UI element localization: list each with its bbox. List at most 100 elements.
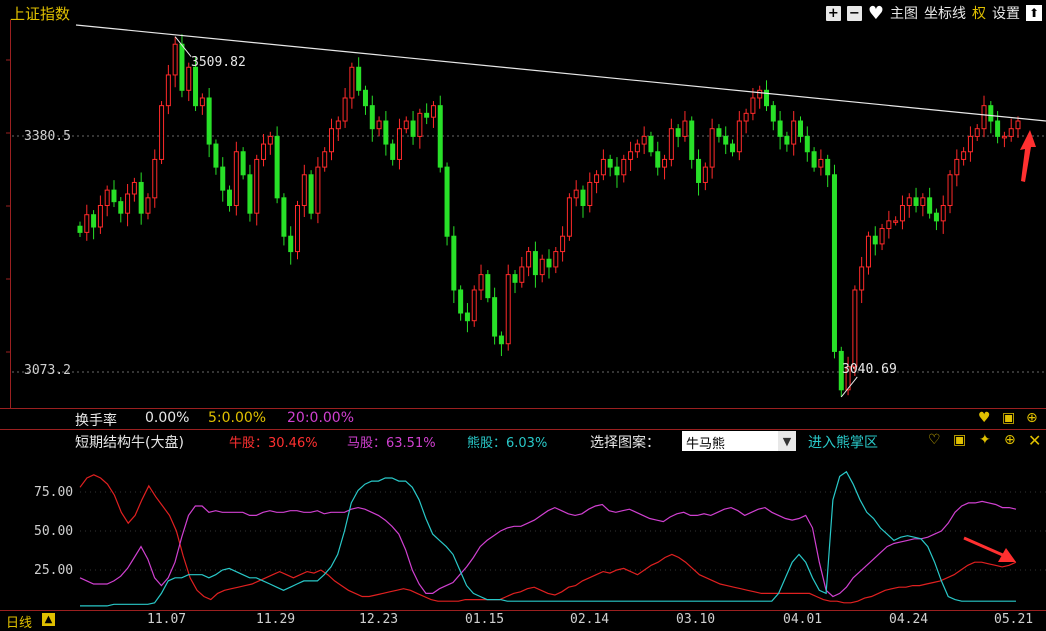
heart-outline-icon[interactable]: ♡ xyxy=(928,432,941,448)
red-arrow-line xyxy=(963,536,1006,558)
candle-body xyxy=(519,266,525,283)
candle-body xyxy=(254,158,260,214)
candle-body xyxy=(546,258,552,268)
turnover-ma20: 20:0.00% xyxy=(287,410,355,426)
candle-body xyxy=(165,74,171,107)
indicator-header: 短期结构牛(大盘) 牛股：30.46% 马股：63.51% 熊股：6.03% 选… xyxy=(0,430,1046,453)
date-label: 12.23 xyxy=(359,612,399,627)
candle-body xyxy=(138,181,144,214)
turnover-label: 换手率 xyxy=(75,413,117,429)
candle-body xyxy=(159,105,165,160)
candle-body xyxy=(614,166,620,176)
candle-body xyxy=(607,158,613,168)
candle-body xyxy=(743,112,749,122)
pin-icon[interactable]: ✦ xyxy=(979,432,991,448)
window-icon[interactable]: ▣ xyxy=(1002,410,1015,426)
main-chart-button[interactable]: 主图 xyxy=(890,3,918,23)
date-label: 04.01 xyxy=(783,612,823,627)
close-icon[interactable]: ✕ xyxy=(1028,431,1041,450)
candle-body xyxy=(859,266,865,291)
indicator-chart[interactable] xyxy=(0,452,1046,612)
candle-body xyxy=(458,289,464,314)
candle-body xyxy=(424,112,430,118)
rights-adjust-button[interactable]: 权 xyxy=(972,3,986,23)
candle-body xyxy=(594,174,600,183)
candle-body xyxy=(376,120,382,130)
candle-body xyxy=(131,181,137,195)
window-icon-2[interactable]: ▣ xyxy=(953,432,966,448)
candle-body xyxy=(328,128,334,153)
candle-body xyxy=(886,220,892,230)
candle-body xyxy=(274,135,280,199)
candle-body xyxy=(77,225,83,233)
candle-body xyxy=(770,105,776,122)
left-axis-line xyxy=(10,20,11,408)
period-label[interactable]: 日线 xyxy=(6,612,32,631)
y-tick-lower: 3073.2 xyxy=(24,363,71,378)
candle-body xyxy=(498,335,504,345)
candle-body xyxy=(709,128,715,168)
candle-body xyxy=(553,251,559,268)
zoom-in-button[interactable]: + xyxy=(825,5,841,21)
index-title: 上证指数 xyxy=(10,5,71,23)
candle-body xyxy=(403,120,409,130)
pattern-select[interactable]: 牛马熊 ▼ xyxy=(682,431,796,452)
candle-body xyxy=(702,166,708,183)
candle-body xyxy=(730,143,736,153)
candle-body xyxy=(193,66,199,107)
candle-body xyxy=(91,214,97,228)
candle-body xyxy=(322,151,328,168)
triangle-up-icon[interactable]: ▲ xyxy=(42,613,55,626)
date-label: 05.21 xyxy=(994,612,1034,627)
candle-body xyxy=(383,120,389,145)
candle-body xyxy=(974,128,980,137)
candle-body xyxy=(118,201,124,214)
heart-icon[interactable]: ♥ xyxy=(978,410,991,426)
candle-body xyxy=(84,214,90,233)
ind-tick-75: 75.00 xyxy=(34,485,74,500)
candle-body xyxy=(179,43,185,91)
candle-body xyxy=(532,251,538,276)
candle-body xyxy=(505,274,511,345)
candle-body xyxy=(967,135,973,153)
candle-body xyxy=(865,235,871,268)
magnifier-icon-2[interactable]: ⊕ xyxy=(1004,432,1016,448)
candle-body xyxy=(125,193,131,214)
zoom-out-button[interactable]: − xyxy=(846,5,862,21)
candle-body xyxy=(172,43,178,76)
candle-body xyxy=(961,151,967,160)
candle-body xyxy=(777,120,783,137)
candle-body xyxy=(437,105,443,168)
red-arrow-up-icon xyxy=(1020,130,1036,182)
favorite-heart-icon[interactable]: ♥ xyxy=(868,3,884,24)
candle-body xyxy=(566,197,572,237)
candle-body xyxy=(831,174,837,352)
candle-body xyxy=(444,166,450,237)
ind-tick-25: 25.00 xyxy=(34,563,74,578)
bull-percent: 牛股：30.46% xyxy=(229,436,318,451)
candle-body xyxy=(736,120,742,153)
candle-body xyxy=(723,135,729,145)
candle-body xyxy=(750,97,756,114)
candle-body xyxy=(261,143,267,160)
candle-body xyxy=(600,158,606,176)
candle-body xyxy=(655,151,661,168)
candle-body xyxy=(933,212,939,222)
candle-body xyxy=(641,135,647,145)
candle-body xyxy=(430,105,436,118)
candle-body xyxy=(784,135,790,145)
candle-body xyxy=(97,205,103,228)
candle-body xyxy=(899,205,905,222)
arrow-up-icon[interactable]: ⬆ xyxy=(1026,5,1042,21)
candle-body xyxy=(295,205,301,253)
chevron-down-icon[interactable]: ▼ xyxy=(778,431,796,451)
enter-bear-zone-link[interactable]: 进入熊掌区 xyxy=(808,432,878,452)
trend-line xyxy=(75,24,1046,122)
price-chart[interactable] xyxy=(0,0,1046,408)
candle-body xyxy=(227,189,233,207)
candle-body xyxy=(410,120,416,137)
candle-body xyxy=(1008,128,1014,137)
axis-line-button[interactable]: 坐标线 xyxy=(924,3,966,23)
magnifier-icon[interactable]: ⊕ xyxy=(1026,410,1038,426)
settings-button[interactable]: 设置 xyxy=(992,3,1020,23)
